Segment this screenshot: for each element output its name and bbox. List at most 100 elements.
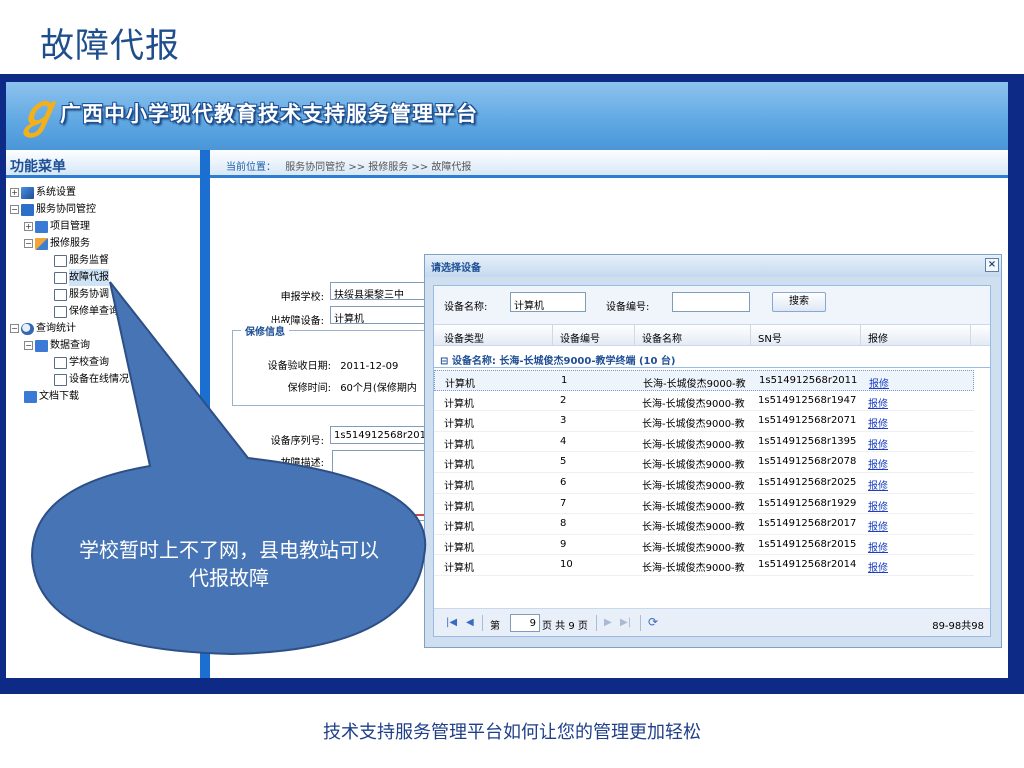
cell-device-code: 2 bbox=[560, 394, 567, 406]
cell-device-name: 长海-长城俊杰9000-教 bbox=[642, 480, 745, 492]
fault-description-input[interactable] bbox=[332, 450, 432, 516]
column-device-name[interactable]: 设备名称 bbox=[642, 330, 682, 345]
slide-title: 故障代报 bbox=[40, 26, 180, 66]
repair-icon bbox=[35, 237, 48, 250]
document-icon bbox=[54, 271, 67, 284]
column-device-code[interactable]: 设备编号 bbox=[560, 330, 600, 345]
repair-link[interactable]: 报修 bbox=[868, 395, 888, 410]
cell-device-type: 计算机 bbox=[444, 460, 474, 472]
select-device-dialog: 请选择设备 × 设备名称: 计算机 设备编号: 搜索 设备类型 设备编号 设备名… bbox=[424, 254, 1002, 648]
column-device-type[interactable]: 设备类型 bbox=[444, 330, 484, 345]
prev-page-icon[interactable]: ◀ bbox=[466, 617, 474, 628]
last-page-icon[interactable]: ▶| bbox=[620, 617, 631, 628]
sidebar-item-fault-report[interactable]: 故障代报 bbox=[6, 269, 200, 286]
sidebar-item-service-coordination[interactable]: − 服务协同管控 bbox=[6, 201, 200, 218]
dialog-title: 请选择设备 bbox=[431, 263, 481, 274]
table-row[interactable]: 计算机 9 长海-长城俊杰9000-教 1s514912568r2015 报修 bbox=[434, 535, 974, 556]
close-icon[interactable]: × bbox=[985, 258, 999, 272]
column-action[interactable]: 报修 bbox=[868, 330, 888, 345]
repair-link[interactable]: 报修 bbox=[868, 539, 888, 554]
column-separator bbox=[634, 325, 635, 346]
school-label: 申报学校: bbox=[280, 292, 324, 303]
accept-date-row: 设备验收日期: 2011-12-09 bbox=[267, 361, 399, 372]
page-number-input[interactable]: 9 bbox=[510, 614, 540, 632]
table-row[interactable]: 计算机 2 长海-长城俊杰9000-教 1s514912568r1947 报修 bbox=[434, 391, 974, 412]
pager-summary: 89-98共98 bbox=[932, 621, 984, 632]
repair-link[interactable]: 报修 bbox=[868, 477, 888, 492]
table-row[interactable]: 计算机 8 长海-长城俊杰9000-教 1s514912568r2017 报修 bbox=[434, 514, 974, 535]
cell-device-code: 9 bbox=[560, 538, 567, 550]
collapse-icon[interactable]: − bbox=[24, 341, 33, 350]
sidebar-item-data-query[interactable]: − 数据查询 bbox=[6, 337, 200, 354]
table-row[interactable]: 计算机 7 长海-长城俊杰9000-教 1s514912568r1929 报修 bbox=[434, 494, 974, 515]
cell-device-name: 长海-长城俊杰9000-教 bbox=[642, 542, 745, 554]
repair-link[interactable]: 报修 bbox=[868, 518, 888, 533]
sidebar-item-project-management[interactable]: + 项目管理 bbox=[6, 218, 200, 235]
table-row[interactable]: 计算机 3 长海-长城俊杰9000-教 1s514912568r2071 报修 bbox=[434, 411, 974, 432]
device-grid-header: 设备类型 设备编号 设备名称 SN号 报修 bbox=[434, 324, 990, 346]
table-row[interactable]: 计算机 10 长海-长城俊杰9000-教 1s514912568r2014 报修 bbox=[434, 555, 974, 576]
cell-device-name: 长海-长城俊杰9000-教 bbox=[642, 439, 745, 451]
refresh-icon[interactable]: ⟳ bbox=[648, 615, 658, 629]
expand-icon[interactable]: + bbox=[24, 222, 33, 231]
repair-link[interactable]: 报修 bbox=[868, 456, 888, 471]
collapse-icon[interactable]: − bbox=[24, 239, 33, 248]
table-row[interactable]: 计算机 5 长海-长城俊杰9000-教 1s514912568r2078 报修 bbox=[434, 452, 974, 473]
sidebar-item-system-settings[interactable]: + 系统设置 bbox=[6, 184, 200, 201]
sidebar-item-repair-service[interactable]: − 报修服务 bbox=[6, 235, 200, 252]
cell-sn: 1s514912568r2015 bbox=[758, 538, 857, 550]
group-row[interactable]: ⊟ 设备名称: 长海-长城俊杰9000-教学终端 (10 台) bbox=[434, 348, 990, 368]
collapse-icon[interactable]: ⊟ bbox=[440, 356, 448, 367]
pager-separator bbox=[482, 615, 483, 631]
sidebar: 功能菜单 + 系统设置 − 服务协同管控 + 项目管理 − 报修服务 服务监督 故障代报… bbox=[6, 150, 200, 678]
sidebar-item-service-supervision[interactable]: 服务监督 bbox=[6, 252, 200, 269]
device-name-input[interactable]: 计算机 bbox=[510, 292, 586, 312]
grid-icon bbox=[24, 390, 37, 403]
repair-link[interactable]: 报修 bbox=[868, 559, 888, 574]
repair-link[interactable]: 报修 bbox=[868, 415, 888, 430]
sidebar-title: 功能菜单 bbox=[6, 150, 200, 178]
sidebar-item-warranty-query[interactable]: 保修单查询 bbox=[6, 303, 200, 320]
first-page-icon[interactable]: |◀ bbox=[446, 617, 457, 628]
sidebar-splitter[interactable] bbox=[200, 150, 210, 678]
device-search-bar: 设备名称: 计算机 设备编号: 搜索 bbox=[434, 286, 990, 324]
cell-device-name: 长海-长城俊杰9000-教 bbox=[642, 460, 745, 472]
cell-device-code: 7 bbox=[560, 497, 567, 509]
breadcrumb-label: 当前位置： bbox=[226, 162, 276, 173]
folder-icon bbox=[21, 203, 34, 216]
collapse-icon[interactable]: − bbox=[10, 324, 19, 333]
cell-device-type: 计算机 bbox=[444, 398, 474, 410]
collapse-icon[interactable]: − bbox=[10, 205, 19, 214]
expand-icon[interactable]: + bbox=[10, 188, 19, 197]
sidebar-item-service-coordinate[interactable]: 服务协调 bbox=[6, 286, 200, 303]
device-code-label: 设备编号: bbox=[606, 302, 650, 313]
document-icon bbox=[54, 305, 67, 318]
cell-sn: 1s514912568r2011 bbox=[759, 375, 858, 386]
breadcrumb: 当前位置： 服务协同管控 >> 报修服务 >> 故障代报 bbox=[210, 150, 1008, 178]
search-button[interactable]: 搜索 bbox=[772, 292, 826, 312]
repair-link[interactable]: 报修 bbox=[868, 436, 888, 451]
sidebar-item-device-online[interactable]: 设备在线情况 bbox=[6, 371, 200, 388]
grid-icon bbox=[35, 220, 48, 233]
cell-device-code: 4 bbox=[560, 435, 567, 447]
sidebar-item-school-query[interactable]: 学校查询 bbox=[6, 354, 200, 371]
serial-field[interactable]: 1s514912568r2011 bbox=[330, 426, 430, 444]
dialog-header[interactable]: 请选择设备 × bbox=[425, 255, 1001, 277]
table-row[interactable]: 计算机 4 长海-长城俊杰9000-教 1s514912568r1395 报修 bbox=[434, 432, 974, 453]
document-icon bbox=[54, 373, 67, 386]
table-row[interactable]: 计算机 6 长海-长城俊杰9000-教 1s514912568r2025 报修 bbox=[434, 473, 974, 494]
warranty-time-value: 60个月(保修期内 bbox=[340, 383, 417, 394]
next-page-icon[interactable]: ▶ bbox=[604, 617, 612, 628]
repair-link[interactable]: 报修 bbox=[869, 375, 889, 390]
sidebar-item-document-download[interactable]: 文档下载 bbox=[6, 388, 200, 405]
cell-device-name: 长海-长城俊杰9000-教 bbox=[642, 563, 745, 575]
cell-device-name: 长海-长城俊杰9000-教 bbox=[642, 522, 745, 534]
device-code-input[interactable] bbox=[672, 292, 750, 312]
repair-link[interactable]: 报修 bbox=[868, 498, 888, 513]
table-row[interactable]: 计算机 1 长海-长城俊杰9000-教 1s514912568r2011 报修 bbox=[434, 370, 974, 391]
app-title: 广西中小学现代教育技术支持服务管理平台 bbox=[60, 102, 478, 126]
column-sn[interactable]: SN号 bbox=[758, 330, 782, 345]
group-label: 设备名称: 长海-长城俊杰9000-教学终端 (10 台) bbox=[451, 356, 676, 367]
sidebar-item-statistics[interactable]: − 查询统计 bbox=[6, 320, 200, 337]
sidebar-tree: + 系统设置 − 服务协同管控 + 项目管理 − 报修服务 服务监督 故障代报 服务协调… bbox=[6, 178, 200, 405]
